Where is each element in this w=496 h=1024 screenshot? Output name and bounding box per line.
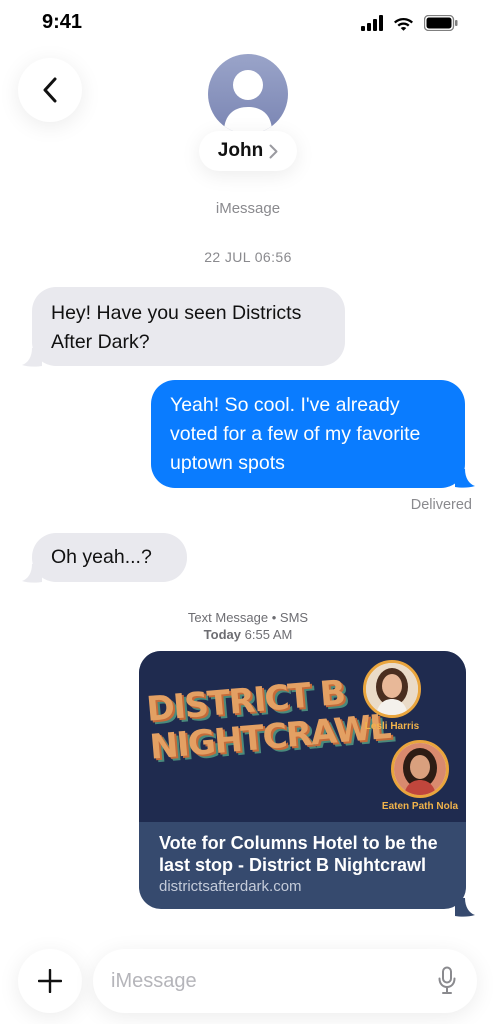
status-icons — [361, 15, 458, 31]
message-input[interactable] — [93, 949, 477, 1013]
sms-time-label: Today 6:55 AM — [0, 626, 496, 643]
link-preview-image: DISTRICT B NIGHTCRAWL Lesli Harris Eaten… — [139, 651, 466, 822]
person-icon — [224, 70, 272, 132]
delivered-status: Delivered — [410, 497, 472, 513]
cellular-signal-icon — [361, 15, 383, 31]
status-time: 9:41 — [42, 11, 83, 33]
back-button[interactable] — [18, 58, 82, 122]
person-name: Lesli Harris — [364, 721, 420, 732]
link-preview-headline: Vote for Columns Hotel to be the last st… — [159, 833, 438, 875]
person-name: Eaten Path Nola — [381, 801, 459, 812]
link-preview-domain: districtsafterdark.com — [159, 878, 302, 895]
featured-person: Lesli Harris — [357, 660, 427, 732]
outgoing-message[interactable]: Yeah! So cool. I've already voted for a … — [151, 380, 465, 488]
status-bar: 9:41 — [0, 0, 496, 48]
message-text: Yeah! So cool. I've already voted for a … — [170, 394, 421, 474]
chevron-right-icon — [269, 144, 278, 158]
conversation-date: 22 JUL 06:56 — [204, 249, 292, 265]
plus-icon — [38, 969, 62, 993]
link-preview-card[interactable]: DISTRICT B NIGHTCRAWL Lesli Harris Eaten… — [139, 651, 466, 909]
contact-name: John — [217, 140, 264, 161]
person-photo — [363, 660, 421, 718]
person-photo — [391, 740, 449, 798]
chevron-left-icon — [43, 77, 57, 103]
preview-image-title: DISTRICT B NIGHTCRAWL — [145, 670, 392, 768]
wifi-icon — [394, 18, 413, 31]
contact-name-button[interactable]: John — [199, 131, 297, 171]
incoming-message[interactable]: Oh yeah...? — [32, 533, 187, 582]
service-label: iMessage — [215, 200, 281, 217]
featured-person: Eaten Path Nola — [377, 740, 463, 812]
sms-time-prefix: Today — [203, 627, 241, 642]
message-text: Hey! Have you seen Districts After Dark? — [51, 302, 302, 353]
sms-type-label: Text Message • SMS — [187, 610, 309, 625]
contact-avatar[interactable] — [208, 54, 288, 134]
battery-icon — [424, 15, 458, 31]
message-text: Oh yeah...? — [51, 546, 152, 568]
sms-time: 6:55 AM — [244, 627, 293, 642]
add-attachment-button[interactable] — [18, 949, 82, 1013]
sms-timestamp-label: Text Message • SMS Today 6:55 AM — [0, 609, 496, 643]
microphone-icon[interactable] — [437, 966, 457, 996]
link-preview-info: Vote for Columns Hotel to be the last st… — [139, 822, 466, 909]
incoming-message[interactable]: Hey! Have you seen Districts After Dark? — [32, 287, 345, 366]
